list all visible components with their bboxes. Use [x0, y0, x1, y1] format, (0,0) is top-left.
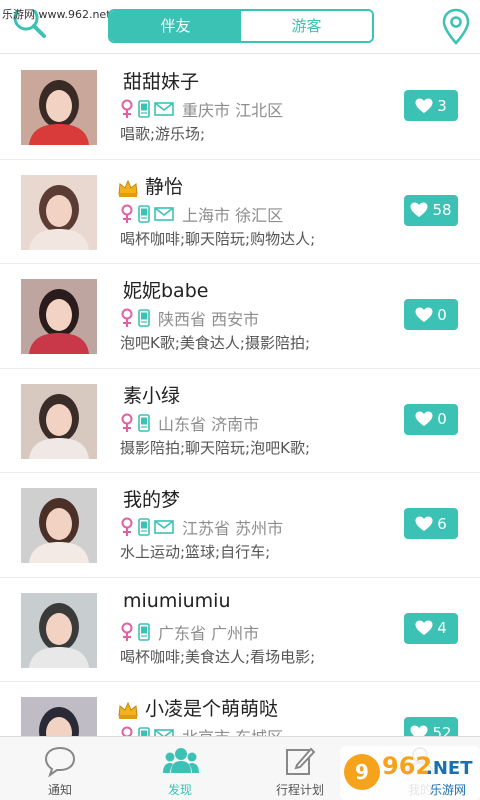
user-info: 山东省 济南市: [120, 412, 259, 434]
user-location: 重庆市 江北区: [182, 101, 284, 120]
user-list: 甜甜妹子 重庆市 江北区 唱歌;游乐场; 3 静怡 上海市 徐汇区 喝杯咖啡;聊…: [0, 55, 480, 787]
user-info: 广东省 广州市: [120, 621, 259, 643]
avatar[interactable]: [21, 592, 97, 668]
female-icon: [121, 622, 133, 641]
user-name: 静怡: [145, 175, 184, 198]
phone-icon: [138, 309, 150, 327]
nav-label: 发现: [167, 783, 192, 797]
user-location: 山东省 济南市: [158, 414, 260, 434]
user-tags: 唱歌;游乐场;: [120, 125, 206, 143]
heart-icon: [415, 620, 433, 635]
phone-icon: [138, 622, 150, 641]
user-tags: 泡吧K歌;美食达人;摄影陪拍;: [120, 334, 310, 352]
user-row[interactable]: 静怡 上海市 徐汇区 喝杯咖啡;聊天陪玩;购物达人; 58: [0, 160, 480, 264]
like-button[interactable]: 58: [404, 194, 458, 226]
nav-label: 通知: [47, 783, 72, 797]
nav-notifications[interactable]: 通知: [0, 737, 120, 800]
nav-discover[interactable]: 发现: [120, 737, 240, 800]
heart-icon: [415, 411, 433, 426]
mail-icon: [154, 206, 174, 221]
user-row[interactable]: 妮妮babe 陕西省 西安市 泡吧K歌;美食达人;摄影陪拍; 0: [0, 264, 480, 369]
user-row[interactable]: 我的梦 江苏省 苏州市 水上运动;篮球;自行车; 6: [0, 473, 480, 578]
watermark-brand: 962: [382, 752, 432, 780]
user-row[interactable]: miumiumiu 广东省 广州市 喝杯咖啡;美食达人;看场电影; 4: [0, 578, 480, 682]
avatar[interactable]: [21, 279, 97, 354]
user-tags: 摄影陪拍;聊天陪玩;泡吧K歌;: [120, 438, 310, 457]
like-count: 58: [432, 201, 452, 219]
user-location: 江苏省 苏州市: [182, 519, 284, 538]
segment-control: 伴友 游客: [108, 9, 374, 43]
user-info: 上海市 徐汇区: [120, 203, 283, 225]
tab-visitor[interactable]: 游客: [241, 11, 372, 41]
avatar[interactable]: [21, 383, 97, 459]
watermark-sub: 乐游网: [430, 783, 466, 797]
crown-icon: [118, 179, 138, 197]
phone-icon: [138, 413, 150, 432]
tab-companion[interactable]: 伴友: [110, 11, 241, 41]
like-button[interactable]: 6: [404, 508, 458, 539]
chat-bubble-icon: [44, 746, 76, 777]
female-icon: [121, 204, 133, 223]
heart-icon: [415, 98, 433, 113]
phone-icon: [138, 100, 150, 118]
user-name: miumiumiu: [123, 589, 231, 612]
user-name: 素小绿: [123, 384, 181, 407]
location-pin-icon[interactable]: [441, 8, 471, 46]
like-count: 0: [437, 305, 447, 324]
avatar[interactable]: [21, 488, 97, 563]
crown-icon: [118, 701, 138, 719]
female-icon: [121, 413, 133, 432]
edit-note-icon: [286, 747, 316, 775]
female-icon: [121, 99, 133, 118]
like-button[interactable]: 4: [404, 612, 458, 644]
like-count: 3: [437, 96, 447, 115]
user-row[interactable]: 素小绿 山东省 济南市 摄影陪拍;聊天陪玩;泡吧K歌; 0: [0, 369, 480, 473]
user-info: 江苏省 苏州市: [120, 516, 283, 538]
user-name: 小凌是个萌萌哒: [145, 698, 279, 720]
user-location: 陕西省 西安市: [158, 310, 260, 329]
user-tags: 喝杯咖啡;聊天陪玩;购物达人;: [120, 229, 316, 248]
phone-icon: [138, 518, 150, 536]
like-button[interactable]: 0: [404, 299, 458, 330]
user-tags: 水上运动;篮球;自行车;: [120, 543, 271, 561]
female-icon: [121, 517, 133, 536]
user-tags: 喝杯咖啡;美食达人;看场电影;: [120, 647, 316, 666]
like-count: 4: [437, 619, 447, 637]
top-watermark: 乐游网 www.962.net: [2, 8, 111, 21]
phone-icon: [138, 204, 150, 223]
user-name: 我的梦: [123, 489, 181, 511]
like-button[interactable]: 3: [404, 90, 458, 121]
top-bar: 乐游网 www.962.net 伴友 游客: [0, 0, 480, 54]
watermark-suffix: .NET: [426, 758, 473, 779]
like-count: 0: [437, 410, 447, 428]
user-name: 妮妮babe: [123, 280, 209, 302]
mail-icon: [154, 520, 174, 534]
female-icon: [121, 308, 133, 327]
heart-icon: [415, 516, 433, 531]
heart-icon: [415, 307, 433, 322]
heart-icon: [410, 202, 428, 217]
like-count: 6: [437, 514, 447, 533]
user-info: 重庆市 江北区: [120, 98, 283, 120]
user-row[interactable]: 甜甜妹子 重庆市 江北区 唱歌;游乐场; 3: [0, 55, 480, 160]
like-button[interactable]: 0: [404, 403, 458, 435]
brand-watermark: 9 962 .NET 乐游网: [340, 746, 480, 800]
user-name: 甜甜妹子: [123, 71, 200, 93]
avatar[interactable]: [21, 70, 97, 145]
user-location: 广东省 广州市: [158, 623, 260, 643]
svg-text:9: 9: [355, 760, 369, 784]
screen: { "watermark_top": "乐游网 www.962.net", "t…: [0, 0, 480, 800]
mail-icon: [154, 102, 174, 116]
people-icon: [163, 748, 199, 773]
user-location: 上海市 徐汇区: [182, 205, 284, 225]
user-info: 陕西省 西安市: [120, 307, 259, 329]
avatar[interactable]: [21, 174, 97, 250]
